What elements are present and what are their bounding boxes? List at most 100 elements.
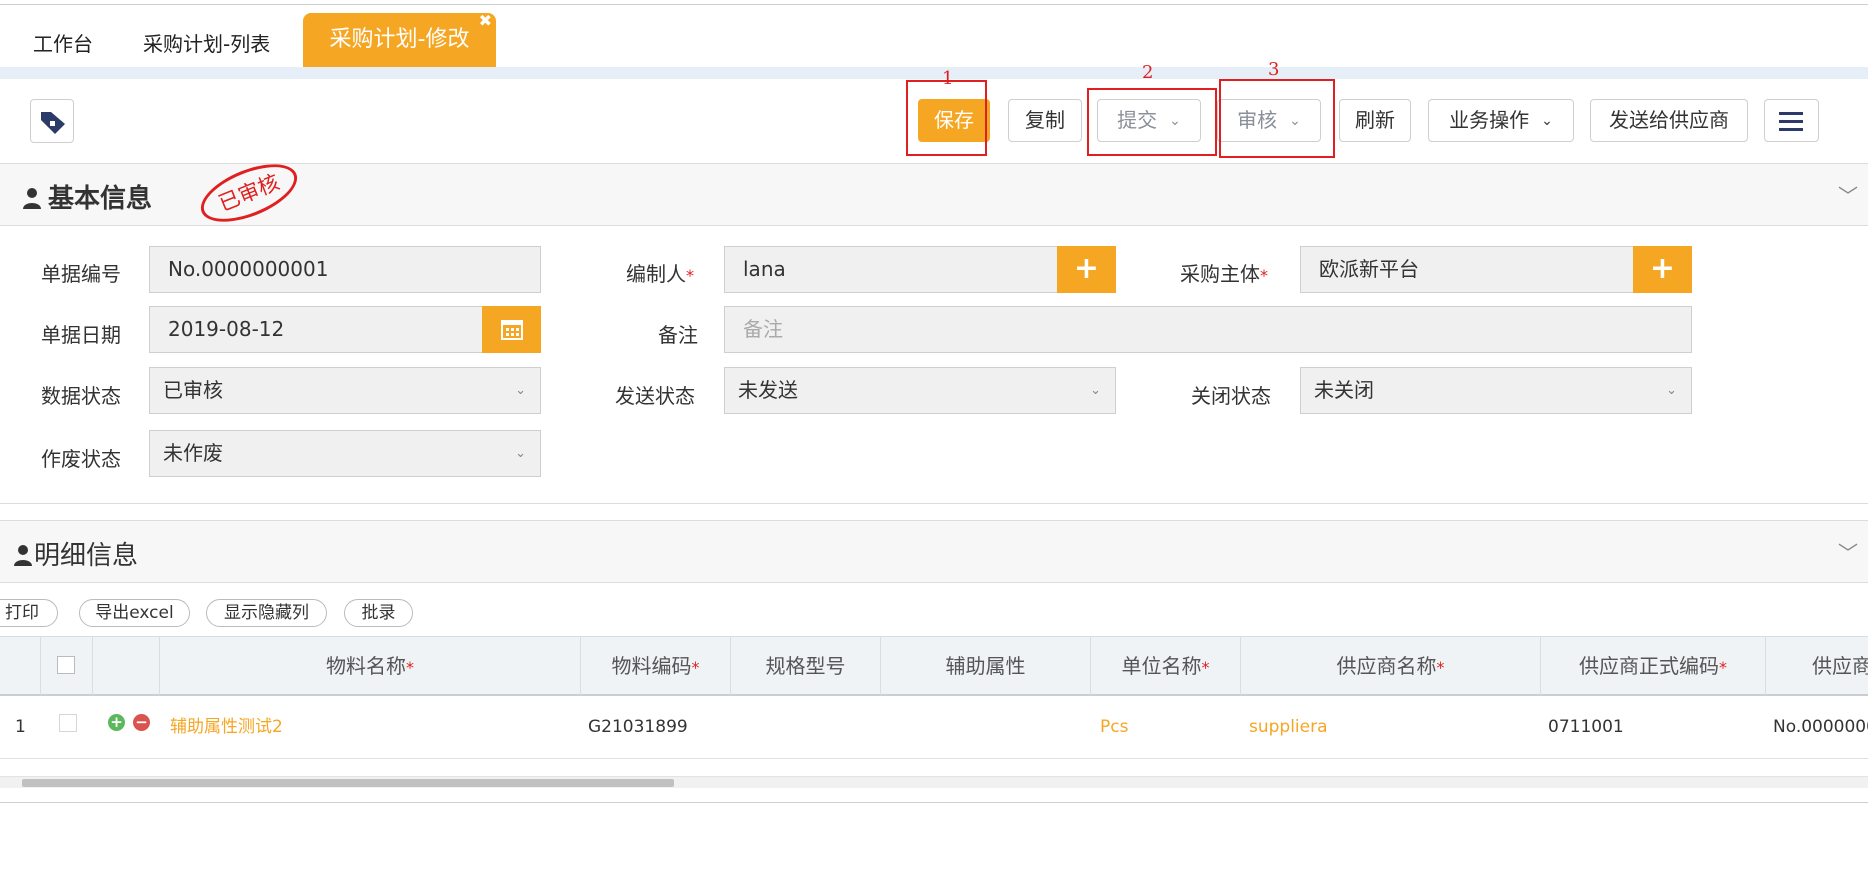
toggle-columns-button[interactable]: 显示隐藏列 (206, 599, 327, 627)
editor-label: 编制人* (626, 258, 694, 287)
print-button[interactable]: 打印 (0, 599, 58, 627)
remark-input[interactable]: 备注 (724, 306, 1692, 353)
row-index: 1 (15, 717, 26, 737)
doc-no-field[interactable]: No.0000000001 (149, 246, 541, 293)
collapse-chevron-icon[interactable]: ﹀ (1838, 180, 1858, 209)
calendar-button[interactable] (482, 306, 541, 353)
editor-field[interactable]: lana (724, 246, 1058, 293)
required-mark: * (691, 658, 700, 677)
tab-bar: 工作台 采购计划-列表 (0, 12, 1868, 67)
chevron-down-icon: ⌄ (515, 446, 526, 461)
data-status-value: 已审核 (163, 378, 223, 402)
send-status-value: 未发送 (738, 378, 798, 402)
cell-material-name[interactable]: 辅助属性测试2 (170, 696, 283, 759)
table-row[interactable]: 1 + − 辅助属性测试2 G21031899 Pcs suppliera 07… (0, 696, 1868, 759)
select-all-checkbox[interactable] (57, 656, 75, 674)
tab-plan-edit-label: 采购计划-修改 (329, 27, 470, 52)
required-mark: * (1719, 658, 1727, 677)
column-supplier-code[interactable]: 供应商正式编码* (1541, 637, 1766, 695)
column-aux-attr[interactable]: 辅助属性 (881, 637, 1091, 695)
purchaser-label: 采购主体* (1180, 258, 1268, 287)
send-supplier-button[interactable]: 发送给供应商 (1590, 99, 1748, 142)
user-icon (14, 545, 32, 566)
tab-workbench[interactable]: 工作台 (33, 28, 93, 57)
void-status-value: 未作废 (163, 441, 223, 465)
chevron-down-icon: ⌄ (1666, 383, 1677, 398)
purchaser-field[interactable]: 欧派新平台 (1300, 246, 1634, 293)
calendar-icon (500, 320, 523, 340)
detail-info-title-label: 明细信息 (34, 541, 139, 571)
column-material-name[interactable]: 物料名称* (160, 637, 581, 695)
tag-button[interactable] (30, 99, 74, 143)
chevron-down-icon: ⌄ (1090, 383, 1101, 398)
doc-no-label: 单据编号 (41, 262, 121, 286)
void-status-label: 作废状态 (41, 447, 121, 471)
tab-plan-edit[interactable]: 采购计划-修改 ✖ (303, 11, 496, 67)
top-border (0, 4, 1868, 5)
required-mark: * (1260, 266, 1268, 285)
tab-strip-divider (0, 67, 1868, 79)
required-mark: * (686, 266, 694, 285)
editor-label-text: 编制人 (626, 262, 686, 286)
detail-info-header[interactable]: 明细信息 ﹀ (0, 520, 1868, 583)
void-status-select[interactable]: 未作废 ⌄ (149, 430, 541, 477)
column-material-code[interactable]: 物料编码* (581, 637, 731, 695)
horizontal-scrollbar[interactable] (0, 776, 1868, 788)
purchaser-add-button[interactable]: + (1633, 246, 1692, 293)
cell-unit[interactable]: Pcs (1100, 696, 1128, 759)
refresh-button[interactable]: 刷新 (1339, 99, 1411, 142)
column-unit[interactable]: 单位名称* (1091, 637, 1241, 695)
column-material-code-label: 物料编码 (611, 654, 692, 678)
column-supplier-code-label: 供应商正式编码 (1579, 654, 1719, 678)
annotation-box-3 (1219, 79, 1335, 158)
tab-plan-list[interactable]: 采购计划-列表 (143, 28, 270, 57)
column-supplier-name-label: 供应商名称 (1336, 654, 1437, 678)
column-select-all (41, 637, 93, 695)
chevron-down-icon: ⌄ (515, 383, 526, 398)
basic-info-title: 基本信息 (22, 178, 152, 215)
column-material-name-label: 物料名称 (326, 654, 406, 678)
section-divider (0, 503, 1868, 504)
more-menu-button[interactable] (1764, 99, 1819, 142)
detail-grid-header: 物料名称* 物料编码* 规格型号 辅助属性 单位名称* 供应商名称* 供应商正式… (0, 636, 1868, 696)
cell-supplier-name[interactable]: suppliera (1249, 696, 1328, 759)
column-unit-label: 单位名称 (1121, 654, 1202, 678)
annotation-box-1 (906, 80, 987, 156)
cell-supplier-code: 0711001 (1548, 717, 1624, 737)
editor-add-button[interactable]: + (1057, 246, 1116, 293)
export-excel-button[interactable]: 导出excel (79, 599, 190, 627)
copy-button[interactable]: 复制 (1008, 99, 1082, 142)
basic-info-title-label: 基本信息 (48, 184, 153, 214)
doc-date-label: 单据日期 (41, 323, 121, 347)
purchaser-label-text: 采购主体 (1180, 262, 1260, 286)
annotation-number-1: 1 (942, 68, 954, 89)
column-supplier-name[interactable]: 供应商名称* (1241, 637, 1541, 695)
row-checkbox[interactable] (59, 714, 77, 732)
doc-date-field[interactable]: 2019-08-12 (149, 306, 483, 353)
column-supplier-more[interactable]: 供应商 (1766, 637, 1868, 695)
close-icon[interactable]: ✖ (479, 11, 492, 31)
send-status-select[interactable]: 未发送 ⌄ (724, 367, 1116, 414)
required-mark: * (1436, 658, 1445, 677)
add-row-icon[interactable]: + (108, 714, 125, 731)
cell-supplier-more: No.00000000 (1773, 717, 1868, 737)
send-status-label: 发送状态 (615, 384, 695, 408)
column-spec[interactable]: 规格型号 (731, 637, 881, 695)
scrollbar-thumb[interactable] (22, 779, 674, 787)
chevron-down-icon: ⌄ (1541, 113, 1553, 129)
column-actions (93, 637, 160, 695)
close-status-value: 未关闭 (1314, 378, 1374, 402)
collapse-chevron-icon[interactable]: ﹀ (1838, 537, 1858, 566)
close-status-select[interactable]: 未关闭 ⌄ (1300, 367, 1692, 414)
batch-entry-button[interactable]: 批录 (344, 599, 413, 627)
business-ops-dropdown[interactable]: 业务操作 ⌄ (1428, 99, 1574, 142)
column-index (0, 637, 41, 695)
annotation-number-3: 3 (1268, 59, 1280, 80)
required-mark: * (406, 658, 414, 677)
tag-icon (41, 112, 65, 134)
remove-row-icon[interactable]: − (133, 714, 150, 731)
detail-info-title: 明细信息 (13, 535, 138, 572)
business-ops-label: 业务操作 (1449, 108, 1530, 132)
data-status-select[interactable]: 已审核 ⌄ (149, 367, 541, 414)
required-mark: * (1201, 658, 1210, 677)
